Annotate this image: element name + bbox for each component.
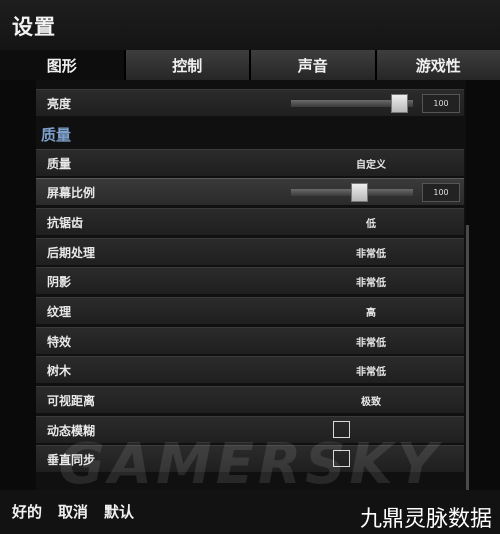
view-distance-row[interactable]: 可视距离 极致 [36, 386, 464, 413]
tab-sound[interactable]: 声音 [251, 50, 375, 80]
textures-row[interactable]: 纹理 高 [36, 297, 464, 324]
vsync-checkbox[interactable] [333, 450, 350, 467]
brightness-slider-thumb[interactable] [391, 94, 408, 113]
section-title-quality: 质量 [41, 126, 72, 144]
brightness-row: 亮度 100 [36, 89, 464, 116]
screen-ratio-slider-thumb[interactable] [351, 183, 368, 202]
post-processing-label: 后期处理 [47, 246, 96, 260]
trees-label: 树木 [47, 364, 72, 378]
view-distance-value: 极致 [361, 397, 381, 408]
motion-blur-label: 动态模糊 [47, 424, 96, 438]
effects-row[interactable]: 特效 非常低 [36, 327, 464, 354]
antialiasing-row[interactable]: 抗锯齿 低 [36, 208, 464, 235]
shadows-row[interactable]: 阴影 非常低 [36, 267, 464, 294]
screen-ratio-row: 屏幕比例 100 [36, 178, 464, 205]
screen-ratio-slider[interactable] [291, 183, 413, 202]
textures-label: 纹理 [47, 305, 72, 319]
default-button[interactable]: 默认 [104, 501, 134, 522]
effects-label: 特效 [47, 335, 72, 349]
trees-value: 非常低 [356, 367, 386, 378]
brightness-slider[interactable] [291, 94, 413, 113]
vsync-label: 垂直同步 [47, 453, 96, 467]
screen-ratio-label: 屏幕比例 [47, 186, 96, 200]
tab-gameplay[interactable]: 游戏性 [376, 50, 500, 80]
brightness-label: 亮度 [47, 97, 72, 111]
settings-panel: 亮度 100 质量 质量 自定义 屏幕比例 100 抗锯齿 低 后期处理 非常低… [36, 80, 466, 490]
tab-graphics[interactable]: 图形 [0, 50, 124, 80]
motion-blur-checkbox[interactable] [333, 421, 350, 438]
quality-row[interactable]: 质量 自定义 [36, 149, 464, 176]
scrollbar[interactable] [466, 225, 469, 490]
quality-label: 质量 [47, 157, 72, 171]
trees-row[interactable]: 树木 非常低 [36, 356, 464, 383]
antialiasing-label: 抗锯齿 [47, 216, 84, 230]
tab-controls[interactable]: 控制 [125, 50, 249, 80]
post-processing-value: 非常低 [356, 249, 386, 260]
view-distance-label: 可视距离 [47, 394, 96, 408]
ok-button[interactable]: 好的 [12, 501, 42, 522]
corner-watermark: 九鼎灵脉数据 [359, 507, 492, 532]
shadows-label: 阴影 [47, 275, 72, 289]
cancel-button[interactable]: 取消 [58, 501, 88, 522]
effects-value: 非常低 [356, 338, 386, 349]
antialiasing-value: 低 [366, 219, 376, 230]
title-bar: 设置 [0, 0, 500, 50]
shadows-value: 非常低 [356, 278, 386, 289]
motion-blur-row: 动态模糊 [36, 416, 464, 443]
post-processing-row[interactable]: 后期处理 非常低 [36, 238, 464, 265]
screen-ratio-value[interactable]: 100 [422, 183, 460, 202]
vsync-row: 垂直同步 [36, 445, 464, 472]
textures-value: 高 [366, 308, 376, 319]
tab-bar: 图形 控制 声音 游戏性 [0, 50, 500, 80]
brightness-value[interactable]: 100 [422, 94, 460, 113]
quality-value: 自定义 [356, 160, 386, 171]
page-title: 设置 [12, 15, 56, 39]
